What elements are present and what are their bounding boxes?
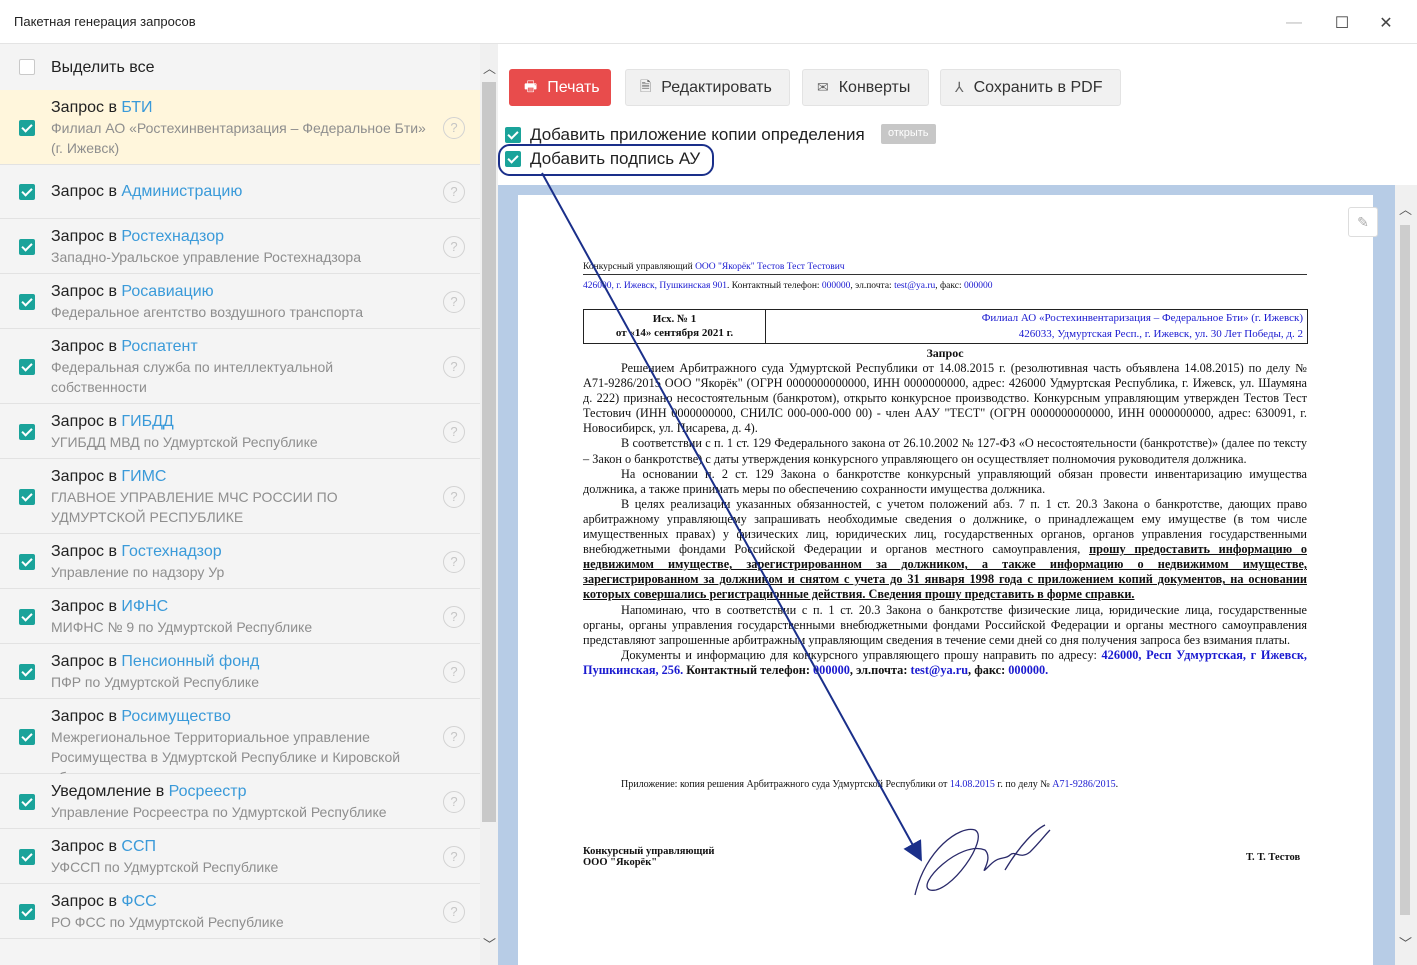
annotation-overlay (541, 172, 1051, 896)
annotation-arrow (541, 172, 922, 862)
signature-image (914, 824, 1051, 896)
